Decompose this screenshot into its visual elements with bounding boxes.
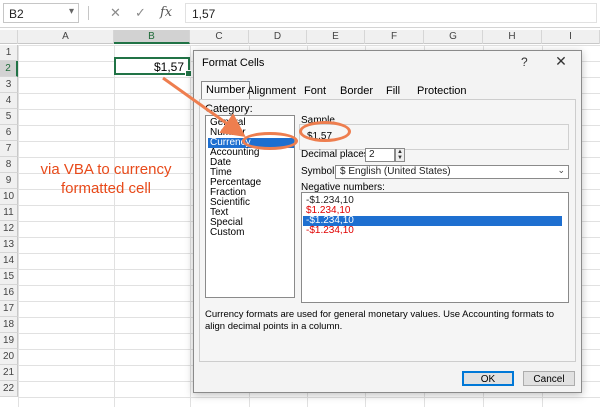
row-header[interactable]: 4 <box>0 93 18 109</box>
format-description: Currency formats are used for general mo… <box>205 309 555 332</box>
column-header[interactable]: F <box>365 30 424 44</box>
column-header[interactable]: H <box>483 30 542 44</box>
row-header[interactable]: 15 <box>0 269 18 285</box>
insert-function-icon[interactable]: fx <box>160 5 172 20</box>
tab-font[interactable]: Font <box>300 83 330 99</box>
cell-value: $1,57 <box>153 60 184 74</box>
column-headers: A B C D E F G H I <box>0 30 600 44</box>
ok-button[interactable]: OK <box>462 371 514 386</box>
row-header[interactable]: 8 <box>0 157 18 173</box>
row-header[interactable]: 11 <box>0 205 18 221</box>
row-header[interactable]: 21 <box>0 365 18 381</box>
symbol-value: $ English (United States) <box>340 166 451 177</box>
column-header[interactable]: B <box>114 30 190 44</box>
select-all-corner[interactable] <box>0 30 18 44</box>
annotation-line: formatted cell <box>60 180 152 197</box>
column-header[interactable]: I <box>542 30 600 44</box>
gridline <box>114 45 115 407</box>
chevron-down-icon[interactable]: ⌄ <box>557 165 565 176</box>
row-header[interactable]: 19 <box>0 333 18 349</box>
row-header[interactable]: 12 <box>0 221 18 237</box>
row-header[interactable]: 3 <box>0 77 18 93</box>
formula-input[interactable]: 1,57 <box>185 3 597 23</box>
currency-highlight-circle <box>242 132 298 150</box>
row-header[interactable]: 1 <box>0 45 18 61</box>
tab-protection[interactable]: Protection <box>413 83 471 99</box>
decimal-spinner[interactable]: ▲ ▼ <box>395 148 405 162</box>
decimal-places-input[interactable]: 2 <box>365 148 395 162</box>
column-header[interactable]: E <box>307 30 365 44</box>
row-header[interactable]: 5 <box>0 109 18 125</box>
row-header[interactable]: 9 <box>0 173 18 189</box>
name-box[interactable]: B2 ▾ <box>3 3 79 23</box>
column-header[interactable]: A <box>18 30 114 44</box>
formula-bar: B2 ▾ ✕ ✓ fx 1,57 <box>0 0 600 28</box>
column-header[interactable]: D <box>249 30 307 44</box>
row-header[interactable]: 6 <box>0 125 18 141</box>
cancel-icon[interactable]: ✕ <box>110 5 121 21</box>
decimal-places-label: Decimal places: <box>301 149 372 160</box>
gridline <box>190 45 191 407</box>
negative-numbers-list[interactable]: -$1.234,10 $1.234,10 -$1.234,10 -$1.234,… <box>301 192 569 303</box>
active-cell-b2[interactable]: $1,57 <box>114 57 192 77</box>
help-icon[interactable]: ? <box>521 55 528 69</box>
format-cells-dialog: Format Cells ? ✕ Number Alignment Font B… <box>193 50 582 393</box>
row-header[interactable]: 2 <box>0 61 18 77</box>
annotation-text: via VBA to currency formatted cell <box>18 160 194 198</box>
row-header[interactable]: 20 <box>0 349 18 365</box>
tab-alignment[interactable]: Alignment <box>243 83 300 99</box>
name-box-dropdown-icon[interactable]: ▾ <box>69 6 74 17</box>
row-header[interactable]: 18 <box>0 317 18 333</box>
column-header[interactable]: C <box>190 30 249 44</box>
formula-value: 1,57 <box>192 7 216 21</box>
decimal-places-value: 2 <box>369 149 375 160</box>
enter-icon[interactable]: ✓ <box>135 5 146 21</box>
row-header[interactable]: 17 <box>0 301 18 317</box>
category-item[interactable]: Custom <box>208 228 294 238</box>
row-header[interactable]: 16 <box>0 285 18 301</box>
row-header[interactable]: 10 <box>0 189 18 205</box>
column-header[interactable]: G <box>424 30 483 44</box>
close-icon[interactable]: ✕ <box>552 53 570 70</box>
fill-handle[interactable] <box>185 70 192 77</box>
row-header[interactable]: 13 <box>0 237 18 253</box>
annotation-line: via VBA to currency <box>40 161 172 178</box>
sample-highlight-circle <box>299 121 351 142</box>
tab-border[interactable]: Border <box>336 83 377 99</box>
symbol-label: Symbol: <box>301 166 338 177</box>
cancel-button[interactable]: Cancel <box>523 371 575 386</box>
tab-fill[interactable]: Fill <box>382 83 404 99</box>
negative-number-option[interactable]: -$1.234,10 <box>303 226 562 236</box>
row-header[interactable]: 7 <box>0 141 18 157</box>
dialog-title: Format Cells <box>202 57 265 69</box>
symbol-select[interactable]: $ English (United States) ⌄ <box>335 165 569 179</box>
row-header[interactable]: 14 <box>0 253 18 269</box>
name-box-value: B2 <box>9 7 24 21</box>
formula-bar-divider <box>88 6 89 20</box>
row-header[interactable]: 22 <box>0 381 18 397</box>
category-label: Category: <box>205 103 253 115</box>
